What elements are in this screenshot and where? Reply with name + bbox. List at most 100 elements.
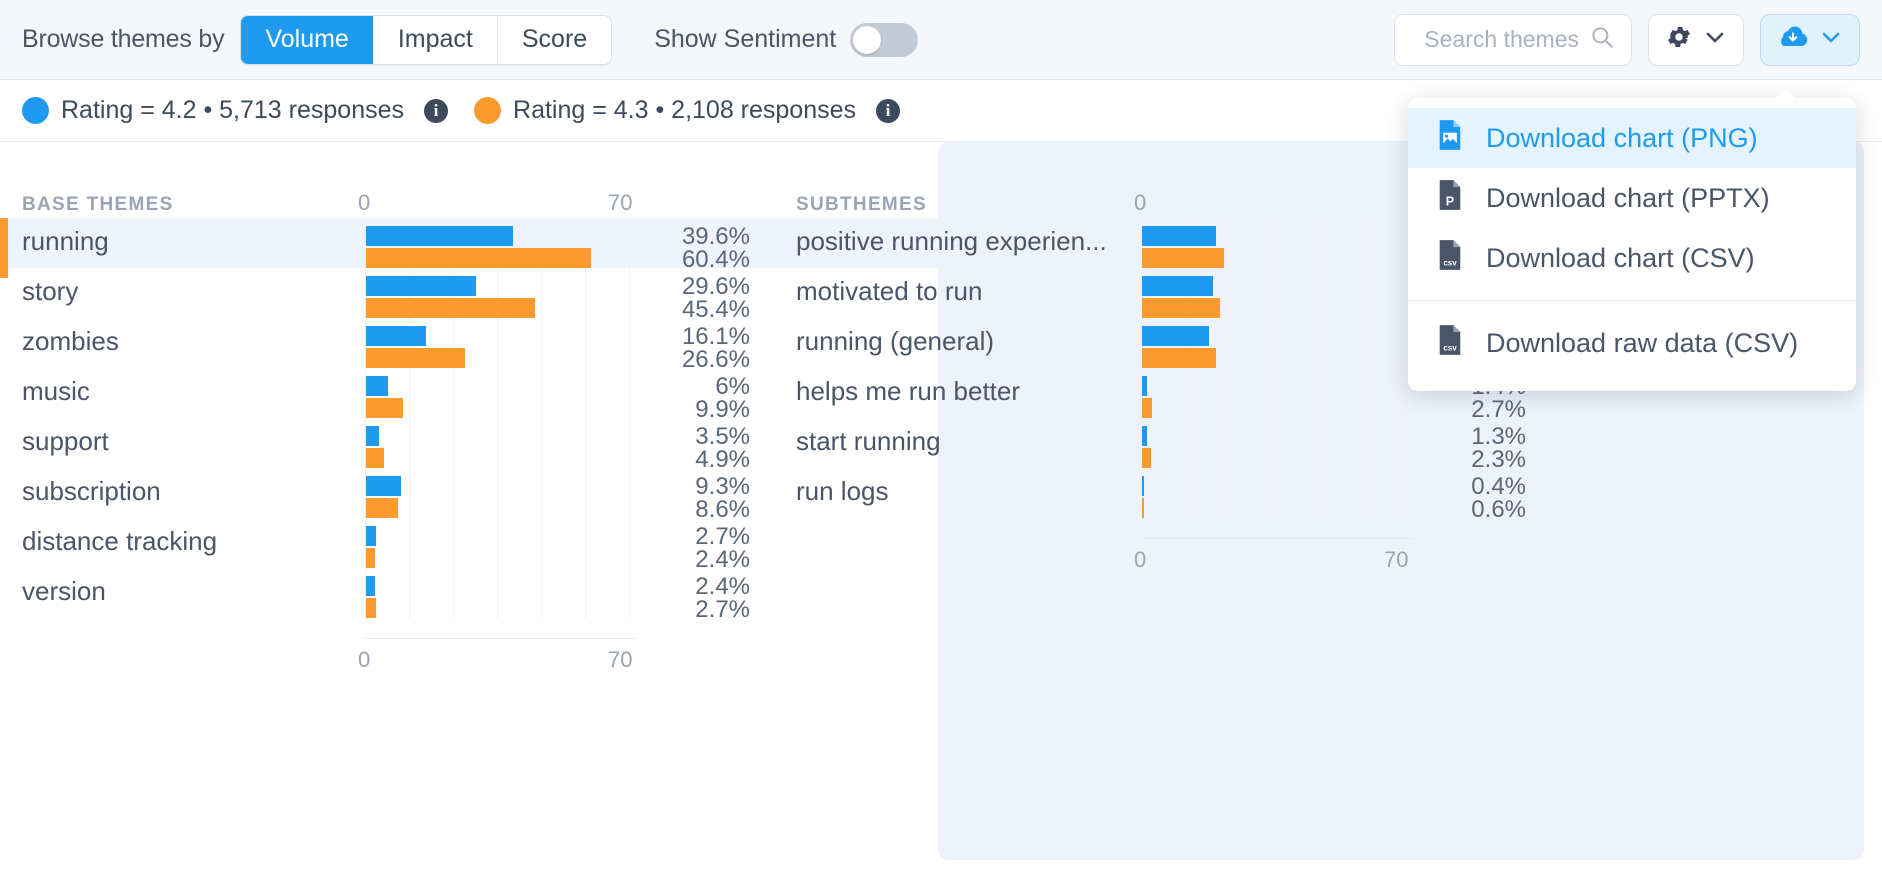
menu-separator (1408, 300, 1856, 301)
menu-arrow (1774, 89, 1796, 99)
bar-series-orange[interactable] (1142, 498, 1145, 518)
search-input[interactable]: Search themes (1394, 13, 1632, 66)
bar-series-blue[interactable] (1142, 226, 1217, 246)
chevron-down-icon (1819, 25, 1843, 54)
row-label[interactable]: story (22, 276, 78, 307)
svg-text:csv: csv (1443, 258, 1457, 267)
row-label[interactable]: helps me run better (796, 376, 1020, 407)
sub-axis-top-min: 0 (1134, 190, 1147, 215)
row-label[interactable]: distance tracking (22, 526, 217, 557)
menu-item-download-csv[interactable]: csv Download chart (CSV) (1408, 228, 1856, 288)
file-image-icon (1436, 119, 1464, 158)
row-selection-accent (0, 218, 8, 278)
row-label[interactable]: motivated to run (796, 276, 982, 307)
gridline (1229, 218, 1230, 518)
bar-series-orange[interactable] (366, 548, 375, 568)
base-axis-bottom-max: 70 (608, 647, 633, 672)
bar-series-blue[interactable] (366, 326, 426, 346)
legend-label-blue: Rating = 4.2 • 5,713 responses (61, 96, 405, 124)
bar-value-label-orange: 60.4% (681, 246, 750, 273)
bar-series-blue[interactable] (366, 526, 377, 546)
row-label[interactable]: version (22, 576, 106, 607)
download-button[interactable] (1760, 13, 1860, 66)
gridline (497, 218, 498, 618)
bar-series-orange[interactable] (1142, 398, 1153, 418)
row-label[interactable]: zombies (22, 326, 119, 357)
menu-item-label: Download raw data (CSV) (1486, 327, 1799, 358)
row-label[interactable]: running (general) (796, 326, 994, 357)
base-axis-top-min: 0 (358, 190, 371, 215)
segment-score[interactable]: Score (497, 15, 612, 64)
legend-dot-blue (22, 97, 49, 124)
row-label[interactable]: support (22, 426, 109, 457)
bar-value-label-orange: 4.9% (695, 446, 750, 473)
file-csv-icon: csv (1436, 239, 1464, 278)
toolbar-right-group: Search themes (1394, 13, 1860, 66)
segment-volume[interactable]: Volume (241, 15, 374, 64)
bar-series-orange[interactable] (366, 598, 377, 618)
bar-series-orange[interactable] (1142, 298, 1221, 318)
bar-series-orange[interactable] (1142, 348, 1217, 368)
bar-series-blue[interactable] (366, 276, 477, 296)
legend-item-orange: Rating = 4.3 • 2,108 responses i (474, 96, 901, 125)
segment-impact[interactable]: Impact (373, 15, 498, 64)
bar-value-label-orange: 2.7% (695, 596, 750, 623)
base-axis-bottom-min: 0 (358, 647, 371, 672)
search-icon (1589, 24, 1615, 55)
row-label[interactable]: run logs (796, 476, 889, 507)
gridline (585, 218, 586, 618)
bar-series-blue[interactable] (1142, 426, 1147, 446)
cloud-download-icon (1777, 23, 1809, 56)
bar-series-blue[interactable] (366, 476, 401, 496)
bar-series-blue[interactable] (1142, 276, 1213, 296)
info-icon[interactable]: i (876, 98, 901, 123)
menu-item-download-png[interactable]: Download chart (PNG) (1408, 108, 1856, 168)
download-dropdown-menu: Download chart (PNG) P Download chart (P… (1408, 89, 1856, 391)
menu-item-label: Download chart (PPTX) (1486, 182, 1770, 213)
row-label[interactable]: music (22, 376, 90, 407)
bar-series-blue[interactable] (1142, 326, 1209, 346)
menu-item-download-pptx[interactable]: P Download chart (PPTX) (1408, 168, 1856, 228)
bar-value-label-orange: 2.7% (1471, 396, 1526, 423)
settings-button[interactable] (1648, 13, 1744, 66)
toggle-knob (853, 25, 882, 54)
bar-series-orange[interactable] (1142, 248, 1224, 268)
bar-series-orange[interactable] (366, 348, 465, 368)
bar-value-label-orange: 0.6% (1471, 496, 1526, 523)
sub-axis-rule (1141, 538, 1413, 539)
base-axis-rule (365, 638, 637, 639)
base-axis-top-max: 70 (608, 190, 633, 215)
file-csv-icon: csv (1436, 324, 1464, 363)
file-pptx-icon: P (1436, 179, 1464, 218)
show-sentiment-toggle[interactable] (850, 22, 919, 57)
menu-item-download-raw-csv[interactable]: csv Download raw data (CSV) (1408, 313, 1856, 373)
row-label[interactable]: positive running experien... (796, 226, 1107, 257)
bar-series-orange[interactable] (366, 498, 398, 518)
info-icon[interactable]: i (424, 98, 449, 123)
bar-value-label-orange: 9.9% (695, 396, 750, 423)
bar-series-blue[interactable] (1142, 376, 1148, 396)
browse-by-segmented-control: Volume Impact Score (240, 14, 613, 65)
bar-series-blue[interactable] (366, 576, 375, 596)
bar-series-orange[interactable] (366, 398, 403, 418)
bar-series-orange[interactable] (1142, 448, 1151, 468)
row-label[interactable]: subscription (22, 476, 161, 507)
bar-series-blue[interactable] (1142, 476, 1144, 496)
show-sentiment-label: Show Sentiment (654, 25, 837, 53)
chevron-down-icon (1703, 25, 1727, 54)
row-label[interactable]: start running (796, 426, 941, 457)
bar-series-blue[interactable] (366, 376, 389, 396)
menu-item-label: Download chart (PNG) (1486, 122, 1758, 153)
bar-series-orange[interactable] (366, 298, 535, 318)
search-placeholder: Search themes (1424, 26, 1579, 52)
bar-series-blue[interactable] (366, 426, 380, 446)
legend-label-orange: Rating = 4.3 • 2,108 responses (513, 96, 857, 124)
bar-series-orange[interactable] (366, 248, 591, 268)
sub-axis-bottom-min: 0 (1134, 547, 1147, 572)
legend-item-blue: Rating = 4.2 • 5,713 responses i (22, 96, 449, 125)
bar-series-orange[interactable] (366, 448, 385, 468)
row-label[interactable]: running (22, 226, 109, 257)
legend-dot-orange (474, 97, 502, 124)
bar-series-blue[interactable] (366, 226, 514, 246)
menu-item-label: Download chart (CSV) (1486, 242, 1755, 273)
